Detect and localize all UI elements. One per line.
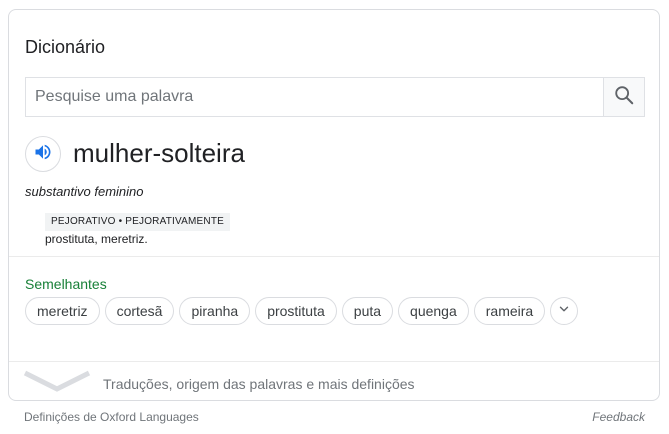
- similar-chip[interactable]: prostituta: [255, 297, 337, 325]
- similar-chips: meretriz cortesã piranha prostituta puta…: [25, 297, 579, 325]
- card-title: Dicionário: [25, 37, 106, 57]
- speaker-icon: [33, 142, 53, 167]
- similar-chip[interactable]: cortesã: [104, 297, 175, 325]
- more-similar-button[interactable]: [550, 297, 579, 325]
- divider: [9, 256, 659, 257]
- search-box: [25, 77, 645, 117]
- source-attribution: Definições de Oxford Languages: [24, 410, 199, 424]
- feedback-link[interactable]: Feedback: [592, 410, 645, 424]
- similar-chip[interactable]: puta: [341, 297, 394, 325]
- search-icon: [613, 84, 635, 111]
- definition-text: prostituta, meretriz.: [45, 232, 148, 246]
- similar-label: Semelhantes: [25, 276, 107, 292]
- usage-tag: PEJORATIVO • PEJORATIVAMENTE: [45, 213, 231, 231]
- headword: mulher-solteira: [73, 138, 245, 168]
- similar-chip[interactable]: quenga: [398, 297, 469, 325]
- dictionary-card: Dicionário mulher-solteira substantivo f…: [8, 9, 660, 401]
- similar-chip[interactable]: meretriz: [25, 297, 100, 325]
- search-input[interactable]: [26, 78, 603, 116]
- similar-chip[interactable]: rameira: [473, 297, 546, 325]
- chevron-down-icon: [23, 369, 91, 400]
- expand-text: Traduções, origem das palavras e mais de…: [103, 376, 415, 392]
- pronunciation-button[interactable]: [25, 136, 61, 172]
- search-button[interactable]: [603, 78, 644, 116]
- part-of-speech: substantivo feminino: [25, 184, 144, 199]
- similar-chip[interactable]: piranha: [179, 297, 251, 325]
- expand-more-definitions[interactable]: Traduções, origem das palavras e mais de…: [9, 362, 659, 400]
- chevron-down-icon: [557, 302, 571, 321]
